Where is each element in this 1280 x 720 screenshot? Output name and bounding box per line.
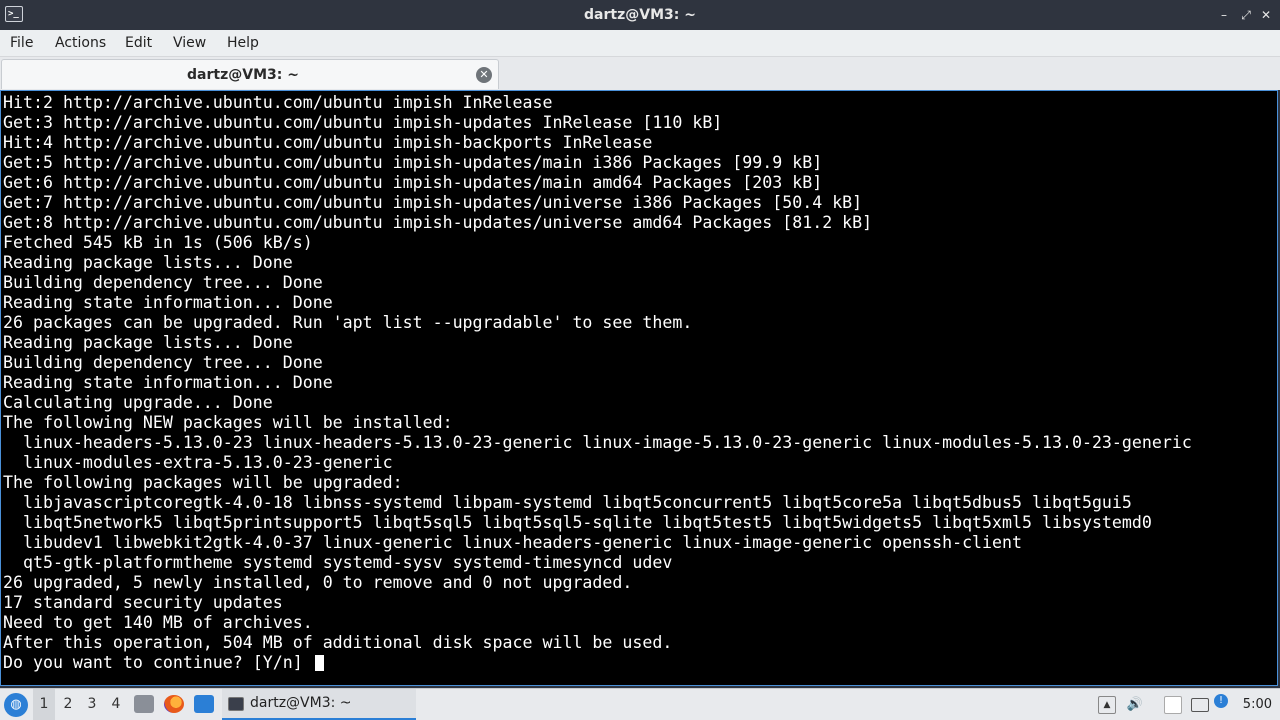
notification-icon[interactable]: ! xyxy=(1214,694,1228,708)
window-titlebar[interactable]: >_ dartz@VM3: ~ – ⤢ ✕ xyxy=(0,0,1280,30)
menu-view[interactable]: View xyxy=(173,30,206,56)
menu-bar: File Actions Edit View Help xyxy=(0,30,1280,57)
terminal-line: libqt5network5 libqt5printsupport5 libqt… xyxy=(3,513,1152,532)
volume-icon[interactable]: 🔊 xyxy=(1126,696,1144,714)
terminal-line: Get:6 http://archive.ubuntu.com/ubuntu i… xyxy=(3,173,823,192)
tray-up-icon[interactable]: ▲ xyxy=(1098,696,1116,714)
menu-edit[interactable]: Edit xyxy=(125,30,152,56)
terminal-line: Get:5 http://archive.ubuntu.com/ubuntu i… xyxy=(3,153,823,172)
terminal-line: The following packages will be upgraded: xyxy=(3,473,403,492)
tab-terminal[interactable]: dartz@VM3: ~ ✕ xyxy=(1,59,499,89)
terminal-line: Get:7 http://archive.ubuntu.com/ubuntu i… xyxy=(3,193,863,212)
terminal-line: Get:3 http://archive.ubuntu.com/ubuntu i… xyxy=(3,113,723,132)
menu-actions[interactable]: Actions xyxy=(55,30,106,56)
tab-label: dartz@VM3: ~ xyxy=(187,67,299,83)
minimize-icon[interactable]: – xyxy=(1216,7,1232,23)
terminal-line: libudev1 libwebkit2gtk-4.0-37 linux-gene… xyxy=(3,533,1023,552)
terminal-lines: Hit:2 http://archive.ubuntu.com/ubuntu i… xyxy=(3,93,1192,673)
text-cursor xyxy=(314,655,324,671)
terminal-line: linux-headers-5.13.0-23 linux-headers-5.… xyxy=(3,433,1192,452)
show-desktop-icon[interactable] xyxy=(194,695,214,713)
terminal-line: 17 standard security updates xyxy=(3,593,283,612)
terminal-line: Get:8 http://archive.ubuntu.com/ubuntu i… xyxy=(3,213,873,232)
workspace-1[interactable]: 1 xyxy=(33,689,55,720)
firefox-icon[interactable] xyxy=(164,695,184,713)
terminal-prompt-line[interactable]: Do you want to continue? [Y/n] xyxy=(3,653,1192,673)
network-icon[interactable] xyxy=(1191,698,1209,712)
maximize-icon[interactable]: ⤢ xyxy=(1238,7,1254,23)
terminal-output[interactable]: Hit:2 http://archive.ubuntu.com/ubuntu i… xyxy=(0,90,1278,686)
workspace-4[interactable]: 4 xyxy=(105,689,127,720)
task-label: dartz@VM3: ~ xyxy=(250,695,352,711)
menu-help[interactable]: Help xyxy=(227,30,259,56)
terminal-line: qt5-gtk-platformtheme systemd systemd-sy… xyxy=(3,553,673,572)
clipboard-icon[interactable] xyxy=(1164,696,1182,714)
terminal-line: Building dependency tree... Done xyxy=(3,273,323,292)
terminal-line: Reading state information... Done xyxy=(3,293,333,312)
window-title: dartz@VM3: ~ xyxy=(584,7,696,23)
terminal-line: Reading state information... Done xyxy=(3,373,333,392)
tab-bar: dartz@VM3: ~ ✕ xyxy=(0,57,1280,90)
terminal-line: Fetched 545 kB in 1s (506 kB/s) xyxy=(3,233,313,252)
terminal-line: 26 packages can be upgraded. Run 'apt li… xyxy=(3,313,693,332)
terminal-line: linux-modules-extra-5.13.0-23-generic xyxy=(3,453,393,472)
menu-file[interactable]: File xyxy=(10,30,33,56)
taskbar: ◍ 1 2 3 4 dartz@VM3: ~ ▲ 🔊 ! 5:00 xyxy=(0,688,1280,720)
terminal-line: libjavascriptcoregtk-4.0-18 libnss-syste… xyxy=(3,493,1132,512)
terminal-line: Building dependency tree... Done xyxy=(3,353,323,372)
terminal-line: Hit:4 http://archive.ubuntu.com/ubuntu i… xyxy=(3,133,653,152)
terminal-task-icon xyxy=(228,697,244,711)
start-menu-button[interactable]: ◍ xyxy=(4,693,28,717)
terminal-line: 26 upgraded, 5 newly installed, 0 to rem… xyxy=(3,573,633,592)
terminal-line: Need to get 140 MB of archives. xyxy=(3,613,313,632)
workspace-2[interactable]: 2 xyxy=(57,689,79,720)
close-icon[interactable]: ✕ xyxy=(1258,7,1274,23)
tab-close-icon[interactable]: ✕ xyxy=(476,67,492,83)
terminal-line: Reading package lists... Done xyxy=(3,333,293,352)
taskbar-item-terminal[interactable]: dartz@VM3: ~ xyxy=(222,689,416,720)
workspace-3[interactable]: 3 xyxy=(81,689,103,720)
terminal-line: Reading package lists... Done xyxy=(3,253,293,272)
file-manager-icon[interactable] xyxy=(134,695,154,713)
prompt-text: Do you want to continue? [Y/n] xyxy=(3,653,313,672)
terminal-line: The following NEW packages will be insta… xyxy=(3,413,453,432)
terminal-line: After this operation, 504 MB of addition… xyxy=(3,633,673,652)
terminal-line: Calculating upgrade... Done xyxy=(3,393,273,412)
terminal-line: Hit:2 http://archive.ubuntu.com/ubuntu i… xyxy=(3,93,553,112)
clock[interactable]: 5:00 xyxy=(1243,689,1272,720)
